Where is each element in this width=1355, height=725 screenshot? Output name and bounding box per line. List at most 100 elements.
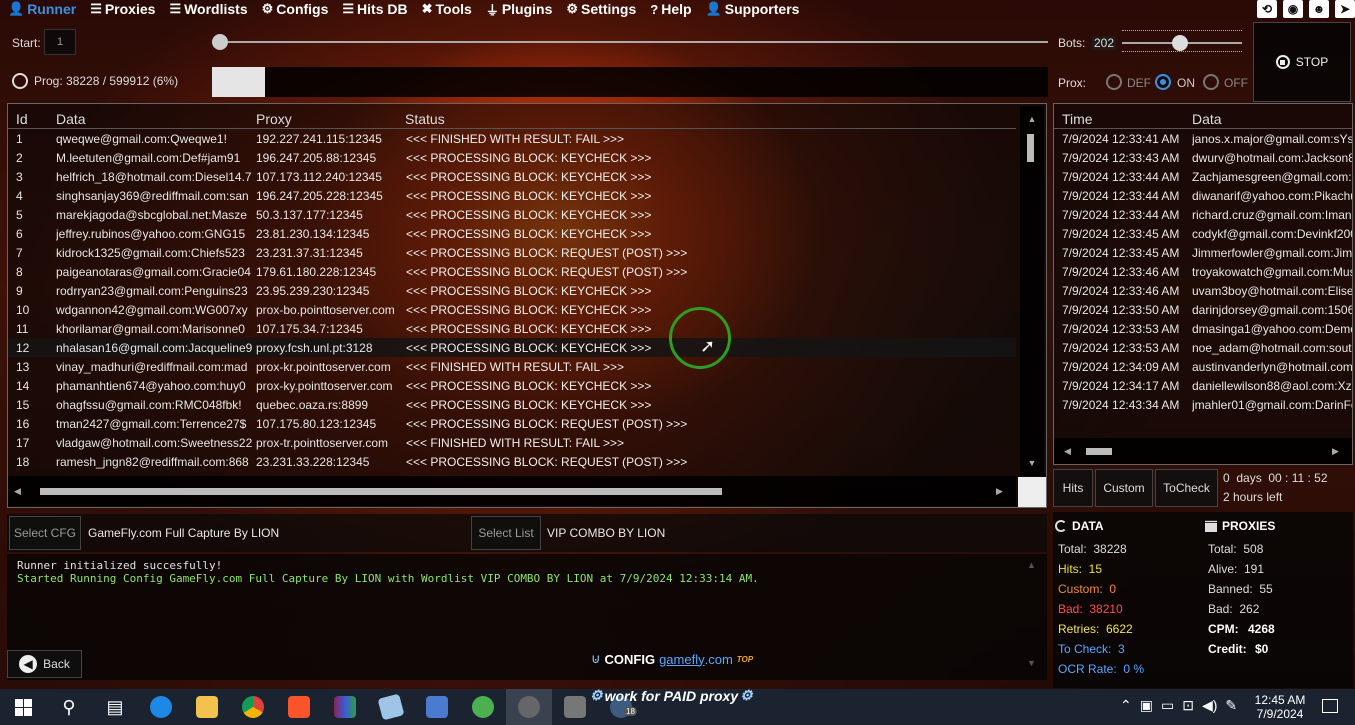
hits-row[interactable]: 7/9/2024 12:33:44 AM richard.cruz@gmail.c…: [1054, 205, 1352, 224]
windows-start-icon[interactable]: [0, 689, 46, 725]
table-row[interactable]: 9 rodrryan23@gmail.com:Penguins23 23.95.23…: [8, 281, 1016, 300]
table-row[interactable]: 1 qweqwe@gmail.com:Qweqwe1! 192.227.241.11…: [8, 129, 1016, 148]
chrome-icon[interactable]: [230, 689, 276, 725]
volume-icon[interactable]: ◀): [1202, 697, 1217, 714]
hits-hscroll-thumb[interactable]: [1086, 448, 1112, 455]
hits-row[interactable]: 7/9/2024 12:33:46 AM uvam3boy@hotmail.com…: [1054, 281, 1352, 300]
tab-tocheck[interactable]: ToCheck: [1155, 469, 1218, 507]
table-row[interactable]: 17 vladgaw@hotmail.com:Sweetness22 prox-tr…: [8, 433, 1016, 452]
log-scroll-up-icon[interactable]: ▲: [1027, 560, 1036, 570]
scroll-up-icon[interactable]: ▲: [1020, 114, 1044, 124]
hits-row[interactable]: 7/9/2024 12:34:09 AM austinvanderlyn@hotm…: [1054, 357, 1352, 376]
notification-icon[interactable]: [1322, 699, 1338, 713]
nav-plugins[interactable]: ⏚ Plugins: [486, 0, 553, 19]
table-row[interactable]: 3 helfrich_18@hotmail.com:Diesel14.7 107.1…: [8, 167, 1016, 186]
select-cfg-button[interactable]: Select CFG: [9, 516, 81, 550]
hits-header-data[interactable]: Data: [1192, 111, 1222, 127]
table-row[interactable]: 14 phamanhtien674@yahoo.com:huy0 prox-ky.p…: [8, 376, 1016, 395]
nav-proxies[interactable]: ☰ Proxies: [90, 1, 155, 17]
telegram-icon[interactable]: ➤: [1335, 0, 1355, 18]
scroll-left-icon[interactable]: ◀: [14, 486, 21, 497]
hits-row[interactable]: 7/9/2024 12:33:46 AM troyakowatch@gmail.c…: [1054, 262, 1352, 281]
table-row[interactable]: 18 ramesh_jngn82@rediffmail.com:868 23.231…: [8, 452, 1016, 471]
edge-icon[interactable]: [138, 689, 184, 725]
hits-row[interactable]: 7/9/2024 12:33:53 AM dmasinga1@yahoo.com:…: [1054, 319, 1352, 338]
tab-custom[interactable]: Custom: [1095, 469, 1153, 507]
col-header-proxy[interactable]: Proxy: [256, 111, 292, 127]
bots-slider[interactable]: [1122, 27, 1242, 57]
log-scroll-down-icon[interactable]: ▼: [1027, 658, 1036, 668]
file-explorer-icon[interactable]: [184, 689, 230, 725]
table-row[interactable]: 12 nhalasan16@gmail.com:Jacqueline9 proxy.…: [8, 338, 1016, 357]
pen-icon[interactable]: ✎: [1225, 697, 1237, 714]
table-row[interactable]: 5 marekjagoda@sbcglobal.net:Masze 50.3.137…: [8, 205, 1016, 224]
hits-header-time[interactable]: Time: [1062, 111, 1093, 127]
banner-domain[interactable]: gamefly: [659, 652, 705, 667]
nav-settings[interactable]: ⚙ Settings: [566, 1, 636, 17]
installer-icon[interactable]: [460, 689, 506, 725]
nav-wordlists[interactable]: ☰ Wordlists: [169, 1, 247, 17]
hits-scroll-right-icon[interactable]: ▶: [1332, 446, 1339, 457]
nav-tools[interactable]: ✖ Tools: [422, 1, 472, 17]
monitor-icon[interactable]: ▭: [1161, 697, 1174, 714]
table-row[interactable]: 8 paigeanotaras@gmail.com:Gracie04 179.61.…: [8, 262, 1016, 281]
table-row[interactable]: 4 singhsanjay369@rediffmail.com:san 196.24…: [8, 186, 1016, 205]
runner-vscroll[interactable]: ▲ ▼: [1020, 106, 1044, 476]
hits-row[interactable]: 7/9/2024 12:33:44 AM Zachjamesgreen@gmail…: [1054, 167, 1352, 186]
scroll-right-icon[interactable]: ▶: [996, 486, 1003, 497]
start-slider-track[interactable]: [212, 41, 1048, 43]
hits-row[interactable]: 7/9/2024 12:34:17 AM daniellewilson88@aol…: [1054, 376, 1352, 395]
select-list-button[interactable]: Select List: [471, 516, 541, 550]
hits-hscroll[interactable]: ◀ ▶: [1054, 438, 1352, 464]
hits-row[interactable]: 7/9/2024 12:33:44 AM diwanarif@yahoo.com:…: [1054, 186, 1352, 205]
prox-on-radio[interactable]: [1155, 74, 1171, 90]
hits-row[interactable]: 7/9/2024 12:33:53 AM noe_adam@hotmail.com…: [1054, 338, 1352, 357]
hits-row[interactable]: 7/9/2024 12:33:43 AM dwurv@hotmail.com:Ja…: [1054, 148, 1352, 167]
nav-hits-db[interactable]: ☰ Hits DB: [342, 1, 407, 17]
start-input[interactable]: 1: [44, 29, 76, 55]
table-row[interactable]: 13 vinay_madhuri@rediffmail.com:mad prox-k…: [8, 357, 1016, 376]
bots-slider-knob[interactable]: [1172, 35, 1188, 51]
notes-icon[interactable]: [368, 689, 414, 725]
table-row[interactable]: 11 khorilamar@gmail.com:Marisonne0 107.175…: [8, 319, 1016, 338]
runner-hscroll[interactable]: ◀ ▶: [8, 476, 1016, 506]
nav-configs[interactable]: ⚙ Configs: [262, 1, 329, 17]
clock[interactable]: 12:45 AM 7/9/2024: [1250, 693, 1310, 721]
table-row[interactable]: 16 tman2427@gmail.com:Terrence27$ 107.175.…: [8, 414, 1016, 433]
winrar-icon[interactable]: [322, 689, 368, 725]
hits-row[interactable]: 7/9/2024 12:43:34 AM jmahler01@gmail.com:…: [1054, 395, 1352, 414]
scroll-down-icon[interactable]: ▼: [1020, 458, 1044, 468]
table-row[interactable]: 15 ohagfssu@gmail.com:RMC048fbk! quebec.oa…: [8, 395, 1016, 414]
col-header-status[interactable]: Status: [405, 111, 445, 127]
brave-icon[interactable]: [276, 689, 322, 725]
hits-row[interactable]: 7/9/2024 12:33:41 AM janos.x.major@gmail.…: [1054, 129, 1352, 148]
runner-vscroll-thumb[interactable]: [1027, 134, 1034, 162]
table-row[interactable]: 2 M.leetuten@gmail.com:Def#jam91 196.247.2…: [8, 148, 1016, 167]
prox-off-radio[interactable]: [1203, 74, 1219, 90]
chevron-up-icon[interactable]: ⌃: [1120, 697, 1132, 714]
table-row[interactable]: 6 jeffrey.rubinos@yahoo.com:GNG15 23.81.23…: [8, 224, 1016, 243]
security-icon[interactable]: ▣: [1140, 697, 1153, 714]
openbullet-icon[interactable]: [506, 689, 552, 725]
network-app-icon[interactable]: [414, 689, 460, 725]
history-icon[interactable]: ⟲: [1257, 0, 1277, 18]
hits-scroll-left-icon[interactable]: ◀: [1064, 446, 1071, 457]
table-row[interactable]: 10 wdgannon42@gmail.com:WG007xy prox-bo.po…: [8, 300, 1016, 319]
table-row[interactable]: 7 kidrock1325@gmail.com:Chiefs523 23.231.3…: [8, 243, 1016, 262]
task-view-icon[interactable]: ▤: [92, 689, 138, 725]
prox-def-radio[interactable]: [1106, 74, 1122, 90]
network-icon[interactable]: ⊡: [1182, 697, 1194, 714]
nav-supporters[interactable]: 👤 Supporters: [706, 1, 800, 17]
hits-row[interactable]: 7/9/2024 12:33:45 AM codykf@gmail.com:Dev…: [1054, 224, 1352, 243]
back-button[interactable]: ◀ Back: [7, 650, 82, 678]
stop-button[interactable]: STOP: [1253, 22, 1351, 102]
hits-row[interactable]: 7/9/2024 12:33:45 AM Jimmerfowler@gmail.c…: [1054, 243, 1352, 262]
col-header-data[interactable]: Data: [56, 111, 86, 127]
discord-icon[interactable]: ☻: [1309, 0, 1329, 18]
nav-help[interactable]: ? Help: [650, 1, 691, 17]
search-icon[interactable]: ⚲: [46, 689, 92, 725]
camera-icon[interactable]: ◉: [1283, 0, 1303, 18]
start-slider-knob[interactable]: [212, 34, 228, 50]
nav-runner[interactable]: 👤 Runner: [8, 1, 76, 17]
col-header-id[interactable]: Id: [16, 111, 28, 127]
